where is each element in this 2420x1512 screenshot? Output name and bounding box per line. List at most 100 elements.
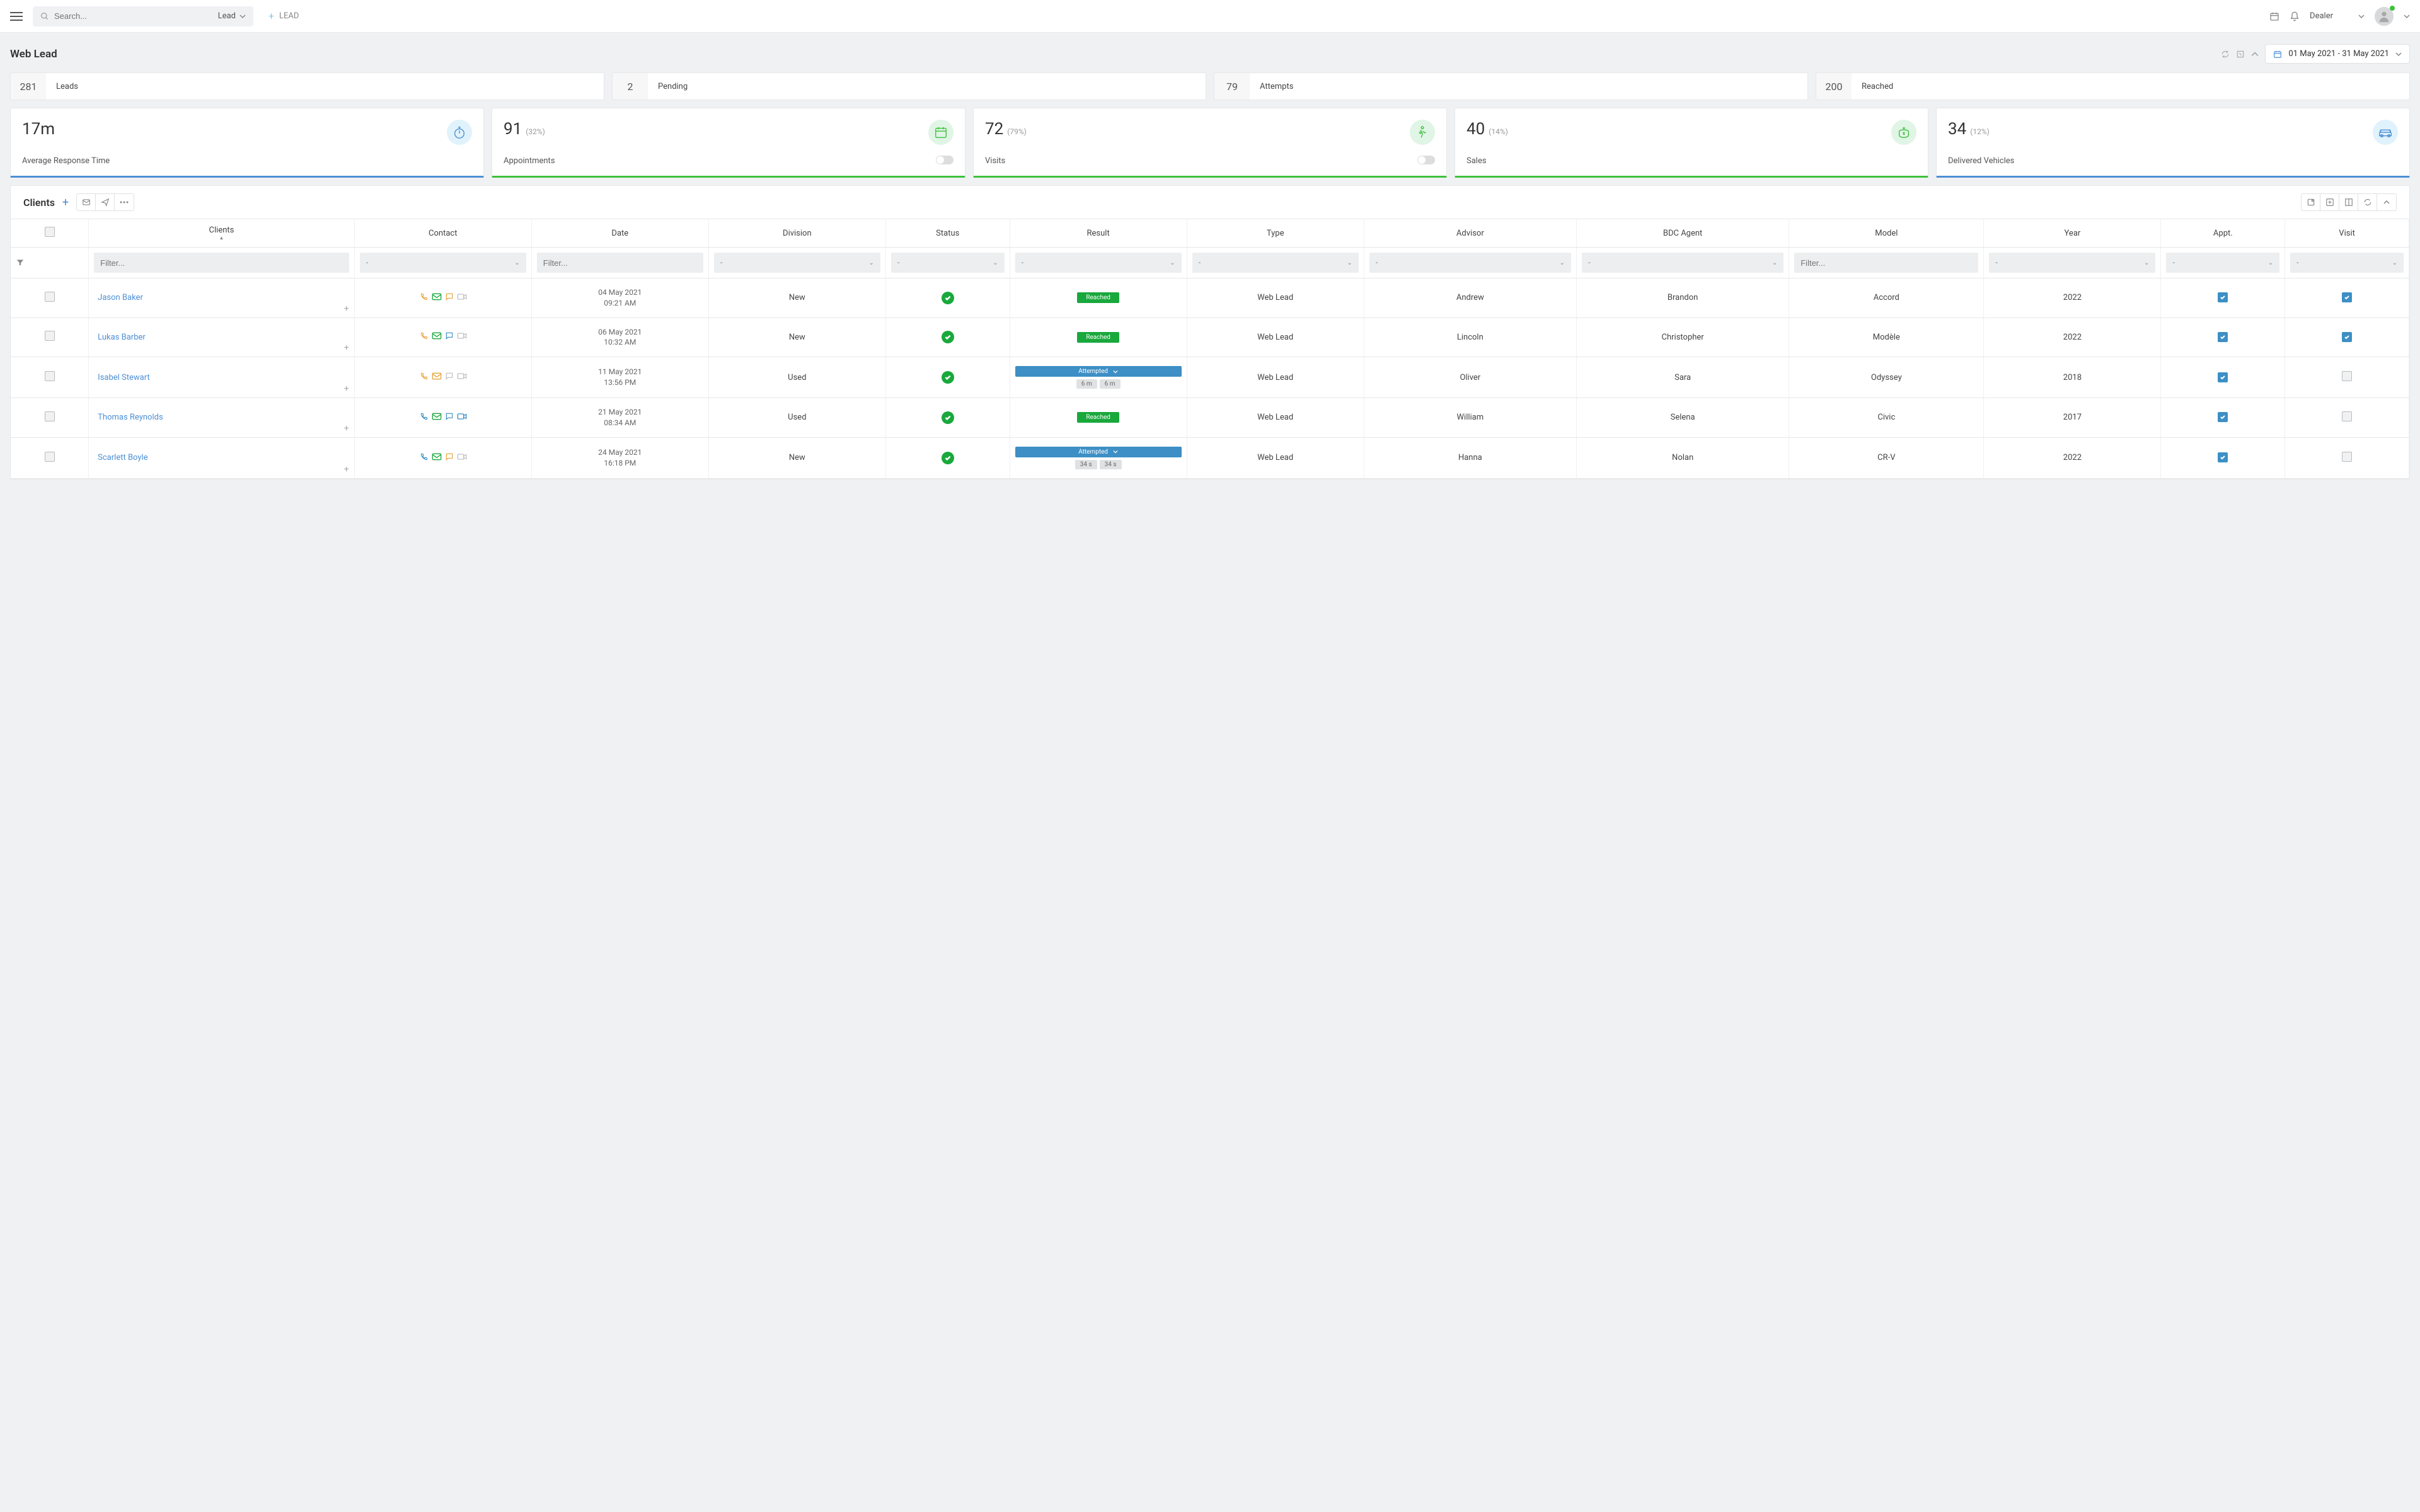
column-division[interactable]: Division bbox=[708, 219, 885, 248]
add-sub-row[interactable]: + bbox=[344, 384, 349, 394]
kpi-appointments[interactable]: 91(32%) Appointments bbox=[492, 108, 965, 178]
expand-icon[interactable] bbox=[2236, 50, 2245, 59]
checkbox[interactable] bbox=[2342, 371, 2352, 381]
chat-icon[interactable] bbox=[444, 292, 455, 301]
column-date[interactable]: Date bbox=[531, 219, 708, 248]
collapse-action[interactable] bbox=[2377, 194, 2396, 210]
add-client-button[interactable]: + bbox=[62, 196, 69, 209]
row-select[interactable] bbox=[45, 371, 55, 381]
summary-leads[interactable]: 281 Leads bbox=[10, 72, 604, 100]
summary-reached[interactable]: 200 Reached bbox=[1816, 72, 2410, 100]
checkbox[interactable] bbox=[2342, 411, 2352, 421]
checkbox[interactable] bbox=[2218, 412, 2228, 422]
refresh-icon[interactable] bbox=[2221, 50, 2230, 59]
filter-dropdown[interactable]: -⌄ bbox=[1989, 253, 2155, 273]
client-link[interactable]: Jason Baker bbox=[98, 293, 143, 302]
bell-icon[interactable] bbox=[2290, 11, 2300, 21]
mail-icon[interactable] bbox=[431, 452, 442, 461]
export-action[interactable] bbox=[2320, 194, 2339, 210]
chat-icon[interactable] bbox=[444, 452, 455, 461]
row-select[interactable] bbox=[45, 452, 55, 462]
column-visit[interactable]: Visit bbox=[2285, 219, 2409, 248]
filter-dropdown[interactable]: -⌄ bbox=[714, 253, 880, 273]
add-lead-button[interactable]: + LEAD bbox=[268, 10, 299, 22]
chat-icon[interactable] bbox=[444, 331, 455, 340]
client-link[interactable]: Isabel Stewart bbox=[98, 373, 150, 382]
row-select[interactable] bbox=[45, 331, 55, 341]
phone-icon[interactable] bbox=[418, 331, 430, 340]
chat-icon[interactable] bbox=[444, 412, 455, 421]
filter-input[interactable] bbox=[537, 253, 703, 273]
phone-icon[interactable] bbox=[418, 412, 430, 421]
mail-icon[interactable] bbox=[431, 412, 442, 421]
chevron-down-icon[interactable] bbox=[2404, 13, 2410, 20]
checkbox[interactable] bbox=[2218, 332, 2228, 342]
chat-icon[interactable] bbox=[444, 372, 455, 381]
column-status[interactable]: Status bbox=[885, 219, 1010, 248]
search-type-dropdown[interactable]: Lead bbox=[218, 11, 246, 21]
filter-dropdown[interactable]: -⌄ bbox=[1369, 253, 1571, 273]
column-contact[interactable]: Contact bbox=[354, 219, 531, 248]
column-model[interactable]: Model bbox=[1789, 219, 1984, 248]
mail-icon[interactable] bbox=[431, 292, 442, 301]
phone-icon[interactable] bbox=[418, 452, 430, 461]
checkbox[interactable] bbox=[2218, 292, 2228, 302]
more-action[interactable] bbox=[115, 194, 134, 210]
video-icon[interactable] bbox=[456, 292, 468, 301]
add-sub-row[interactable]: + bbox=[344, 464, 349, 474]
kpi-sales[interactable]: 40(14%) Sales bbox=[1455, 108, 1928, 178]
summary-attempts[interactable]: 79 Attempts bbox=[1214, 72, 1808, 100]
filter-icon[interactable] bbox=[16, 258, 83, 267]
column-result[interactable]: Result bbox=[1010, 219, 1187, 248]
column-advisor[interactable]: Advisor bbox=[1364, 219, 1576, 248]
avatar[interactable] bbox=[2375, 7, 2394, 26]
client-link[interactable]: Thomas Reynolds bbox=[98, 413, 163, 422]
add-sub-row[interactable]: + bbox=[344, 343, 349, 353]
filter-input[interactable] bbox=[1794, 253, 1978, 273]
video-icon[interactable] bbox=[456, 331, 468, 340]
row-select[interactable] bbox=[45, 292, 55, 302]
mail-action[interactable] bbox=[77, 194, 96, 210]
filter-dropdown[interactable]: -⌄ bbox=[1015, 253, 1182, 273]
filter-dropdown[interactable]: -⌄ bbox=[891, 253, 1005, 273]
column-clients[interactable]: Clients▲ bbox=[89, 219, 355, 248]
chevron-up-icon[interactable] bbox=[2251, 50, 2259, 58]
result-badge[interactable]: Attempted bbox=[1015, 366, 1182, 377]
column-type[interactable]: Type bbox=[1187, 219, 1364, 248]
filter-input[interactable] bbox=[94, 253, 349, 273]
checkbox[interactable] bbox=[2218, 372, 2228, 382]
video-icon[interactable] bbox=[456, 412, 468, 421]
column-appt[interactable]: Appt. bbox=[2161, 219, 2285, 248]
row-select[interactable] bbox=[45, 411, 55, 421]
checkbox[interactable] bbox=[2342, 292, 2352, 302]
summary-pending[interactable]: 2 Pending bbox=[612, 72, 1206, 100]
result-badge[interactable]: Attempted bbox=[1015, 447, 1182, 457]
save-view-action[interactable] bbox=[2302, 194, 2320, 210]
column-year[interactable]: Year bbox=[1984, 219, 2161, 248]
checkbox[interactable] bbox=[2342, 332, 2352, 342]
add-sub-row[interactable]: + bbox=[344, 304, 349, 314]
add-sub-row[interactable]: + bbox=[344, 423, 349, 433]
kpi-delivered-vehicles[interactable]: 34(12%) Delivered Vehicles bbox=[1936, 108, 2410, 178]
kpi-toggle[interactable] bbox=[1417, 156, 1435, 164]
kpi-average-response-time[interactable]: 17m Average Response Time bbox=[10, 108, 484, 178]
filter-dropdown[interactable]: -⌄ bbox=[360, 253, 526, 273]
column-bdcagent[interactable]: BDC Agent bbox=[1576, 219, 1789, 248]
video-icon[interactable] bbox=[456, 452, 468, 461]
kpi-visits[interactable]: 72(79%) Visits bbox=[973, 108, 1447, 178]
filter-dropdown[interactable]: -⌄ bbox=[1192, 253, 1359, 273]
columns-action[interactable] bbox=[2339, 194, 2358, 210]
date-range-picker[interactable]: 01 May 2021 - 31 May 2021 bbox=[2265, 44, 2410, 64]
dealer-dropdown[interactable]: Dealer bbox=[2310, 11, 2365, 21]
calendar-icon[interactable] bbox=[2269, 11, 2279, 21]
select-all-checkbox[interactable] bbox=[45, 227, 55, 237]
refresh-action[interactable] bbox=[2358, 194, 2377, 210]
client-link[interactable]: Scarlett Boyle bbox=[98, 453, 147, 462]
mail-icon[interactable] bbox=[431, 372, 442, 381]
phone-icon[interactable] bbox=[418, 372, 430, 381]
filter-dropdown[interactable]: -⌄ bbox=[2166, 253, 2279, 273]
kpi-toggle[interactable] bbox=[936, 156, 954, 164]
send-action[interactable] bbox=[96, 194, 115, 210]
checkbox[interactable] bbox=[2218, 452, 2228, 462]
video-icon[interactable] bbox=[456, 372, 468, 381]
